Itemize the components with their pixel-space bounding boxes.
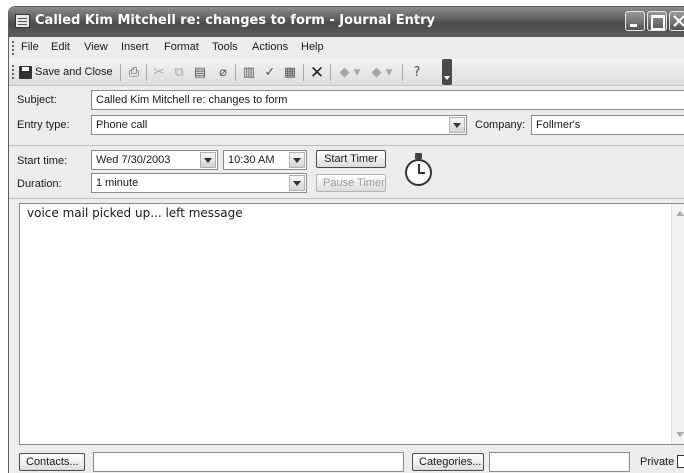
menu-actions[interactable]: Actions: [252, 41, 288, 53]
toolbar-options-chevron[interactable]: [442, 59, 452, 85]
subject-label: Subject:: [17, 94, 57, 106]
scroll-down-icon[interactable]: [672, 426, 684, 442]
toolbar-separator: [235, 64, 236, 81]
start-date-dropdown[interactable]: Wed 7/30/2003: [91, 150, 218, 170]
start-time-dropdown[interactable]: 10:30 AM: [223, 150, 307, 170]
section-divider: [9, 145, 684, 146]
duration-label: Duration:: [17, 178, 62, 190]
minimize-button[interactable]: [625, 11, 645, 31]
stopwatch-face: [405, 159, 432, 186]
maximize-button[interactable]: [647, 11, 667, 31]
check-names-icon[interactable]: ✓: [262, 65, 278, 81]
contacts-button[interactable]: Contacts...: [19, 453, 85, 471]
chevron-down-icon[interactable]: [200, 152, 216, 168]
contacts-field[interactable]: [93, 452, 404, 472]
start-time-value: 10:30 AM: [228, 154, 275, 166]
notes-text: voice mail picked up... left message: [27, 206, 243, 220]
attach-icon[interactable]: ⌀: [215, 65, 231, 81]
toolbar-separator: [330, 64, 331, 81]
company-label: Company:: [475, 119, 526, 131]
standard-toolbar: Save and Close ⎙ ✂ ⧉ ▤ ⌀ ▥ ✓ ▦ ✕ ◆ ▾ ◆ ▾…: [9, 59, 684, 86]
menu-grip-handle[interactable]: [12, 41, 14, 55]
toolbar-separator: [303, 64, 304, 81]
entry-type-value: Phone call: [96, 119, 148, 131]
vertical-scrollbar[interactable]: [671, 204, 684, 444]
menu-edit[interactable]: Edit: [51, 41, 70, 53]
start-timer-button[interactable]: Start Timer: [316, 150, 386, 168]
section-divider: [9, 198, 684, 199]
menu-file[interactable]: File: [21, 41, 39, 53]
toolbar-grip-handle[interactable]: [12, 65, 14, 79]
print-icon[interactable]: ⎙: [126, 65, 142, 81]
toolbar-separator: [402, 64, 403, 81]
categories-field[interactable]: [489, 452, 630, 472]
menu-help[interactable]: Help: [301, 41, 324, 53]
title-bar[interactable]: Called Kim Mitchell re: changes to form …: [9, 7, 684, 37]
chevron-down-icon[interactable]: [289, 175, 305, 191]
close-button[interactable]: [669, 11, 684, 31]
address-book-icon[interactable]: ▥: [241, 65, 257, 81]
company-field[interactable]: Follmer's: [531, 115, 684, 135]
entry-type-label: Entry type:: [17, 119, 70, 131]
subject-field[interactable]: Called Kim Mitchell re: changes to form: [91, 90, 684, 110]
journal-icon: [15, 14, 30, 28]
save-icon: [19, 66, 32, 79]
menu-bar: File Edit View Insert Format Tools Actio…: [9, 37, 684, 59]
journal-form: Subject: Called Kim Mitchell re: changes…: [9, 87, 684, 149]
menu-format[interactable]: Format: [164, 41, 199, 53]
menu-insert[interactable]: Insert: [121, 41, 149, 53]
pause-timer-button: Pause Timer: [316, 174, 386, 192]
save-and-close-button[interactable]: Save and Close: [19, 65, 115, 81]
private-label: Private: [640, 456, 675, 468]
journal-entry-window: Called Kim Mitchell re: changes to form …: [8, 6, 684, 473]
chevron-down-icon[interactable]: [449, 117, 465, 133]
chevron-down-icon[interactable]: [289, 152, 305, 168]
close-icon: [673, 15, 684, 27]
menu-view[interactable]: View: [84, 41, 108, 53]
cut-icon[interactable]: ✂: [151, 65, 167, 81]
duration-dropdown[interactable]: 1 minute: [91, 173, 307, 193]
help-icon[interactable]: ?: [409, 65, 425, 81]
notes-body[interactable]: voice mail picked up... left message: [19, 203, 684, 445]
window-title: Called Kim Mitchell re: changes to form …: [35, 13, 435, 28]
start-time-label: Start time:: [17, 155, 68, 167]
entry-type-dropdown[interactable]: Phone call: [91, 115, 467, 135]
paste-icon[interactable]: ▤: [192, 65, 208, 81]
duration-value: 1 minute: [96, 177, 139, 189]
toolbar-separator: [146, 64, 147, 81]
scroll-up-icon[interactable]: [672, 206, 684, 222]
save-and-close-label: Save and Close: [35, 66, 113, 78]
options-icon[interactable]: ▦: [282, 65, 298, 81]
next-item-icon[interactable]: ◆ ▾: [368, 65, 396, 81]
menu-tools[interactable]: Tools: [212, 41, 238, 53]
categories-button[interactable]: Categories...: [412, 453, 484, 471]
previous-item-icon[interactable]: ◆ ▾: [336, 65, 364, 81]
stopwatch-icon: [403, 153, 435, 189]
delete-icon[interactable]: ✕: [309, 65, 325, 82]
toolbar-separator: [120, 64, 121, 81]
start-date-value: Wed 7/30/2003: [96, 154, 171, 166]
copy-icon[interactable]: ⧉: [171, 65, 187, 81]
private-checkbox[interactable]: [677, 455, 684, 468]
